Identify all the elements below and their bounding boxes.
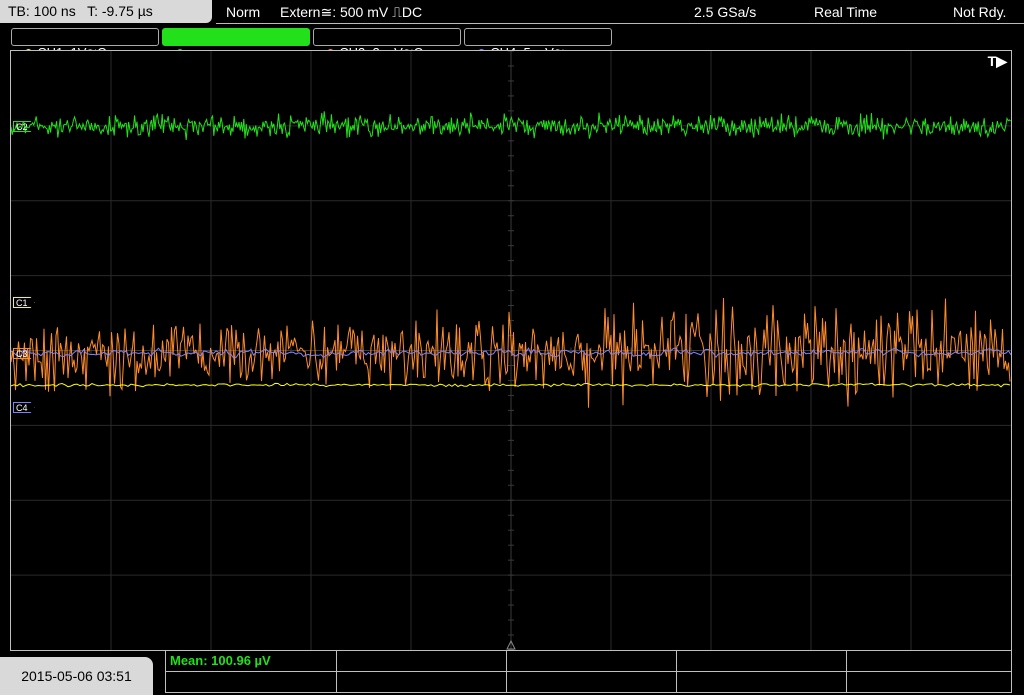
footer-bar: 2015-05-06 03:51 Mean: 100.96 µV <box>0 651 1024 695</box>
waveform-canvas <box>11 51 1011 650</box>
waveform-display[interactable]: T▶ C1 C2 C3 C4 <box>10 50 1012 651</box>
channel-tab-ch3[interactable]: CH3: 2 mV≅Ω <box>313 28 461 60</box>
trigger-mode[interactable]: Norm <box>226 0 260 24</box>
ch1-offset-marker[interactable]: C1 <box>13 297 35 308</box>
channel-tab-ch1[interactable]: CH1: 1V≅Ω <box>11 28 159 60</box>
measurement-row-divider <box>166 671 1011 672</box>
measurement-col-divider <box>846 651 847 692</box>
measurement-col-divider <box>506 651 507 692</box>
date-time: 2015-05-06 03:51 <box>0 657 153 695</box>
measurement-mean[interactable]: Mean: 100.96 µV <box>170 653 271 669</box>
ch4-offset-marker[interactable]: C4 <box>13 402 35 413</box>
acquisition-mode[interactable]: Real Time <box>814 0 877 24</box>
header-divider <box>216 23 1024 24</box>
trigger-position-marker[interactable]: T▶ <box>988 54 1007 68</box>
measurement-col-divider <box>336 651 337 692</box>
timebase-setting[interactable]: TB: 100 ns T: -9.75 µs <box>0 0 212 23</box>
channel-tab-ch4[interactable]: CH4: 5 mV≅ <box>464 28 612 60</box>
channel-tab-ch2[interactable]: CH2: 5 mV≅Ω <box>162 28 310 60</box>
sample-rate[interactable]: 2.5 GSa/s <box>694 0 756 24</box>
measurement-table: Mean: 100.96 µV <box>165 651 1012 693</box>
ch2-offset-marker[interactable]: C2 <box>13 121 35 132</box>
ch3-offset-marker[interactable]: C3 <box>13 348 35 359</box>
measurement-col-divider <box>676 651 677 692</box>
trigger-status: Not Rdy. <box>953 4 1007 20</box>
trigger-source[interactable]: Extern≅: 500 mV ⎍DC <box>280 0 422 24</box>
status-bar: TB: 100 ns T: -9.75 µs Norm Extern≅: 500… <box>0 0 1024 25</box>
